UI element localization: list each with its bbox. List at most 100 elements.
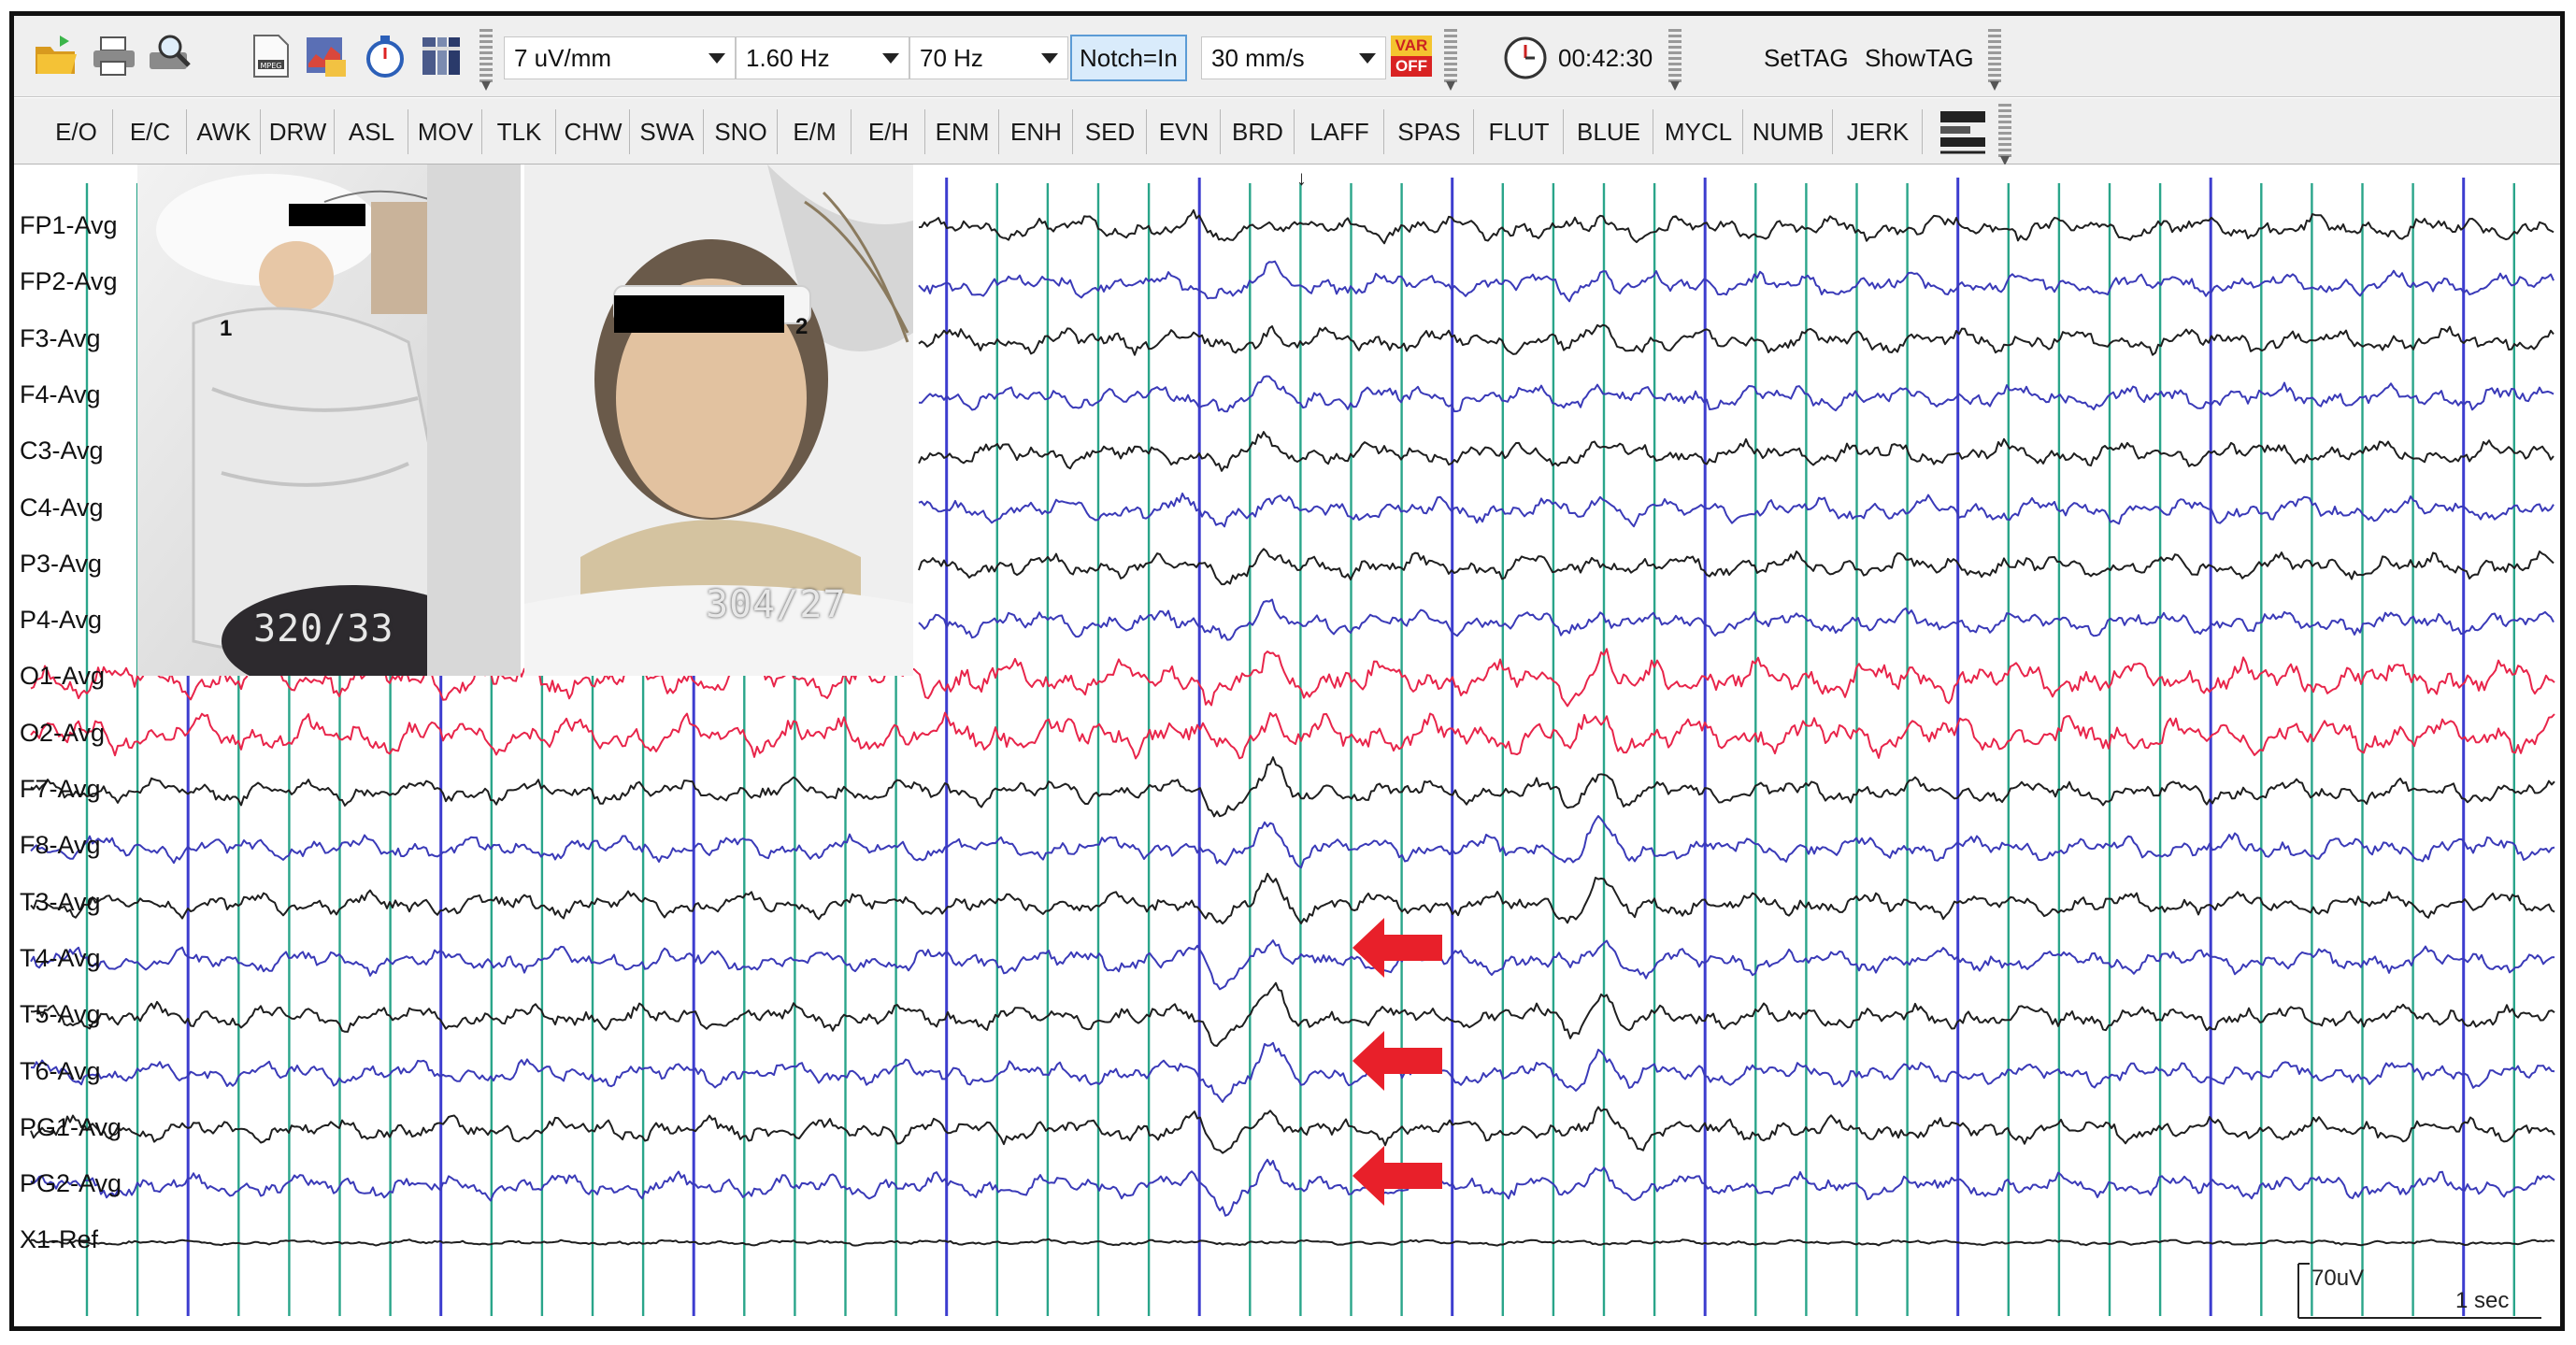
- sensitivity-select[interactable]: 7 uV/mm: [504, 36, 736, 79]
- toolbar-grip[interactable]: [1988, 29, 2001, 85]
- var-off-button[interactable]: VAR OFF: [1388, 33, 1433, 79]
- event-button-brd[interactable]: BRD: [1222, 107, 1294, 156]
- eeg-viewer-window: MPEG 7 uV/mm 1.60 Hz 70 Hz Notch=In 30 m…: [9, 11, 2565, 1331]
- open-folder-icon[interactable]: [31, 31, 79, 79]
- toolbar-separator: [481, 109, 482, 154]
- chevron-down-icon: [708, 53, 725, 64]
- event-button-swa[interactable]: SWA: [631, 107, 703, 156]
- toolbar-grip[interactable]: [1444, 29, 1457, 85]
- speed-value: 30 mm/s: [1211, 44, 1305, 72]
- video-frame-1: 1 320/33: [137, 165, 521, 676]
- event-button-laff[interactable]: LAFF: [1295, 107, 1383, 156]
- event-button-blue[interactable]: BLUE: [1565, 107, 1653, 156]
- event-button-jerk[interactable]: JERK: [1834, 107, 1922, 156]
- toolbar-separator: [629, 109, 630, 154]
- print-preview-icon[interactable]: [145, 31, 193, 79]
- low-filter-select[interactable]: 1.60 Hz: [736, 36, 909, 79]
- settag-button[interactable]: SetTAG: [1764, 36, 1849, 79]
- event-button-mov[interactable]: MOV: [409, 107, 481, 156]
- channel-label[interactable]: T5-Avg: [20, 1000, 101, 1028]
- event-button-tlk[interactable]: TLK: [483, 107, 555, 156]
- channel-label[interactable]: PG1-Avg: [20, 1113, 122, 1141]
- event-button-spas[interactable]: SPAS: [1385, 107, 1473, 156]
- event-button-enm[interactable]: ENM: [926, 107, 998, 156]
- event-button-mycl[interactable]: MYCL: [1654, 107, 1742, 156]
- channel-label[interactable]: F4-Avg: [20, 380, 101, 408]
- stopwatch-icon[interactable]: [360, 31, 408, 79]
- eeg-trace-p3-avg: [918, 548, 2555, 586]
- eeg-trace-t4-avg: [30, 939, 2555, 991]
- channel-label[interactable]: X1-Ref: [20, 1225, 98, 1253]
- mpeg-export-icon[interactable]: MPEG: [246, 31, 294, 79]
- event-button-chw[interactable]: CHW: [557, 107, 629, 156]
- channel-label[interactable]: F7-Avg: [20, 775, 101, 803]
- montage-icon[interactable]: [416, 31, 465, 79]
- print-icon[interactable]: [89, 31, 137, 79]
- event-button-sno[interactable]: SNO: [705, 107, 777, 156]
- toolbar-grip[interactable]: [1998, 104, 2011, 160]
- toolbar-separator: [555, 109, 556, 154]
- eeg-trace-f8-avg: [30, 815, 2555, 869]
- scale-bar: 70uV 1 sec: [2291, 1260, 2543, 1325]
- eeg-trace-t5-avg: [30, 981, 2555, 1047]
- channel-label[interactable]: FP1-Avg: [20, 211, 118, 239]
- event-button-evn[interactable]: EVN: [1148, 107, 1220, 156]
- notch-toggle-button[interactable]: Notch=In: [1070, 35, 1187, 81]
- event-button-flut[interactable]: FLUT: [1475, 107, 1563, 156]
- toolbar-grip[interactable]: [1668, 29, 1682, 85]
- channel-label[interactable]: FP2-Avg: [20, 267, 118, 295]
- toolbar-separator: [334, 109, 335, 154]
- showtag-button[interactable]: ShowTAG: [1865, 36, 1974, 79]
- video-panel: 1 320/33 2 304/27: [137, 165, 913, 676]
- chart-export-icon[interactable]: [300, 31, 349, 79]
- event-toolbar: E/O E/C AWK DRW ASL MOV TLK CHW SWA SNO E/M E/H ENM E…: [14, 98, 2560, 165]
- spike-arrow-icon: [1352, 918, 1442, 978]
- eeg-trace-x1-ref: [30, 1238, 2555, 1247]
- channel-label[interactable]: P4-Avg: [20, 606, 102, 634]
- toolbar-separator: [851, 109, 852, 154]
- channel-label[interactable]: P3-Avg: [20, 550, 102, 578]
- channel-label[interactable]: O1-Avg: [20, 662, 105, 690]
- event-button-numb[interactable]: NUMB: [1744, 107, 1832, 156]
- var-badge-label: VAR: [1391, 36, 1432, 56]
- event-button-enh[interactable]: ENH: [1000, 107, 1072, 156]
- high-filter-select[interactable]: 70 Hz: [909, 36, 1068, 79]
- channel-label[interactable]: F8-Avg: [20, 831, 101, 859]
- channel-label[interactable]: O2-Avg: [20, 719, 105, 747]
- eeg-trace-t6-avg: [30, 1041, 2555, 1103]
- chevron-down-icon: [882, 53, 899, 64]
- eeg-trace-fp2-avg: [918, 260, 2555, 303]
- toolbar-separator: [924, 109, 925, 154]
- event-button-sed[interactable]: SED: [1074, 107, 1146, 156]
- event-button-e-c[interactable]: E/C: [114, 107, 186, 156]
- channel-label[interactable]: T6-Avg: [20, 1057, 101, 1085]
- toolbar-separator: [1563, 109, 1564, 154]
- channel-label[interactable]: C4-Avg: [20, 494, 104, 522]
- channel-label[interactable]: T4-Avg: [20, 944, 101, 972]
- channel-label[interactable]: PG2-Avg: [20, 1169, 122, 1197]
- speed-select[interactable]: 30 mm/s: [1201, 36, 1386, 79]
- eeg-trace-f4-avg: [918, 375, 2555, 413]
- video-frame-2: 2 304/27: [524, 165, 913, 676]
- eeg-trace-p4-avg: [918, 598, 2555, 641]
- event-button-asl[interactable]: ASL: [336, 107, 408, 156]
- event-button-awk[interactable]: AWK: [188, 107, 260, 156]
- toolbar-separator: [703, 109, 704, 154]
- event-button-e-o[interactable]: E/O: [40, 107, 112, 156]
- event-button-e-h[interactable]: E/H: [852, 107, 924, 156]
- event-button-drw[interactable]: DRW: [262, 107, 334, 156]
- toolbar-grip[interactable]: [479, 29, 493, 85]
- channel-label[interactable]: T3-Avg: [20, 888, 101, 916]
- montage-edit-icon[interactable]: [1937, 106, 1989, 158]
- toolbar-separator: [186, 109, 187, 154]
- eeg-trace-area[interactable]: FP1-Avg FP2-Avg F3-Avg F4-Avg C3-Avg C4-Avg P3…: [14, 165, 2560, 1326]
- toolbar-separator: [1742, 109, 1743, 154]
- elapsed-time: 00:42:30: [1558, 44, 1653, 72]
- event-marker-icon[interactable]: ↓: [1296, 166, 1307, 191]
- event-button-e-m[interactable]: E/M: [779, 107, 851, 156]
- channel-label[interactable]: C3-Avg: [20, 436, 104, 465]
- channel-label[interactable]: F3-Avg: [20, 324, 101, 352]
- spike-arrow-icon: [1352, 1146, 1442, 1206]
- face-redaction-bar: [289, 204, 365, 226]
- time-scale-label: 1 sec: [2455, 1288, 2510, 1313]
